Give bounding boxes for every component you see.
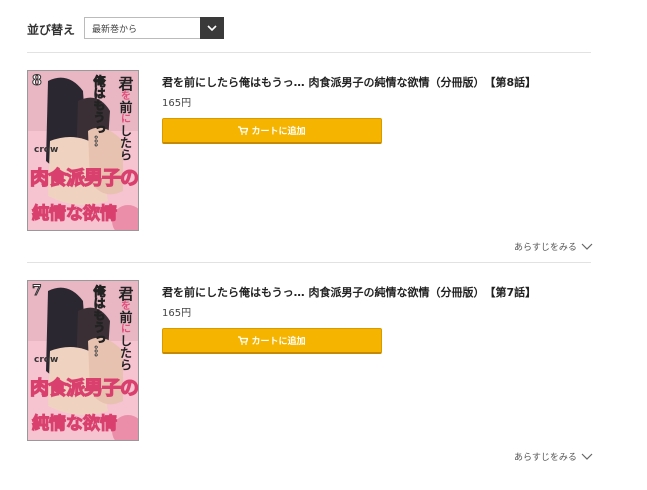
cart-icon [238, 126, 249, 135]
list-item: 8 君 を 前 に し た ら 俺はもうっ… crow 肉食派男子の 純情な欲情… [0, 70, 647, 280]
sort-selected-value: 最新巻から [92, 24, 138, 35]
synopsis-label: あらすじをみる [514, 453, 577, 463]
item-price: 165円 [162, 98, 192, 109]
cover-number: 7 [32, 283, 43, 300]
synopsis-toggle[interactable]: あらすじをみる [514, 240, 593, 253]
add-to-cart-button[interactable]: カートに追加 [162, 118, 382, 144]
chevron-down-icon[interactable] [200, 17, 224, 39]
add-to-cart-label: カートに追加 [251, 337, 306, 347]
synopsis-toggle[interactable]: あらすじをみる [514, 450, 593, 463]
cover-title: 君 を 前 に し た ら [118, 285, 134, 372]
divider [27, 262, 591, 263]
book-cover[interactable]: 7 君 を 前 に し た ら 俺はもうっ… crow 肉食派男子の 純情な欲情 [27, 280, 139, 441]
sort-bar: 並び替え 最新巻から [27, 17, 224, 41]
add-to-cart-label: カートに追加 [251, 127, 306, 137]
list-item: 7 君 を 前 に し た ら 俺はもうっ… crow 肉食派男子の 純情な欲情… [0, 280, 647, 490]
item-title[interactable]: 君を前にしたら俺はもうっ… 肉食派男子の純情な欲情（分冊版） 【第7話】 [162, 284, 536, 300]
item-title[interactable]: 君を前にしたら俺はもうっ… 肉食派男子の純情な欲情（分冊版） 【第8話】 [162, 74, 536, 90]
cart-icon [238, 336, 249, 345]
sort-select[interactable]: 最新巻から [84, 17, 224, 39]
cover-bottom-title: 純情な欲情 [32, 204, 118, 225]
cover-title: 君 を 前 に し た ら [118, 75, 134, 162]
add-to-cart-button[interactable]: カートに追加 [162, 328, 382, 354]
cover-big-title: 肉食派男子の [29, 166, 139, 189]
divider [27, 52, 591, 53]
cover-subtitle: 俺はもうっ… [92, 285, 107, 358]
sort-label: 並び替え [27, 22, 76, 37]
synopsis-label: あらすじをみる [514, 243, 577, 253]
chevron-down-icon [581, 453, 593, 460]
cover-big-title: 肉食派男子の [29, 376, 139, 399]
item-price: 165円 [162, 308, 192, 319]
chevron-down-icon [581, 243, 593, 250]
cover-number: 8 [32, 73, 43, 90]
book-cover[interactable]: 8 君 を 前 に し た ら 俺はもうっ… crow 肉食派男子の 純情な欲情 [27, 70, 139, 231]
cover-bottom-title: 純情な欲情 [32, 414, 118, 435]
cover-author: crow [34, 355, 59, 365]
cover-author: crow [34, 145, 59, 155]
cover-subtitle: 俺はもうっ… [92, 75, 107, 148]
